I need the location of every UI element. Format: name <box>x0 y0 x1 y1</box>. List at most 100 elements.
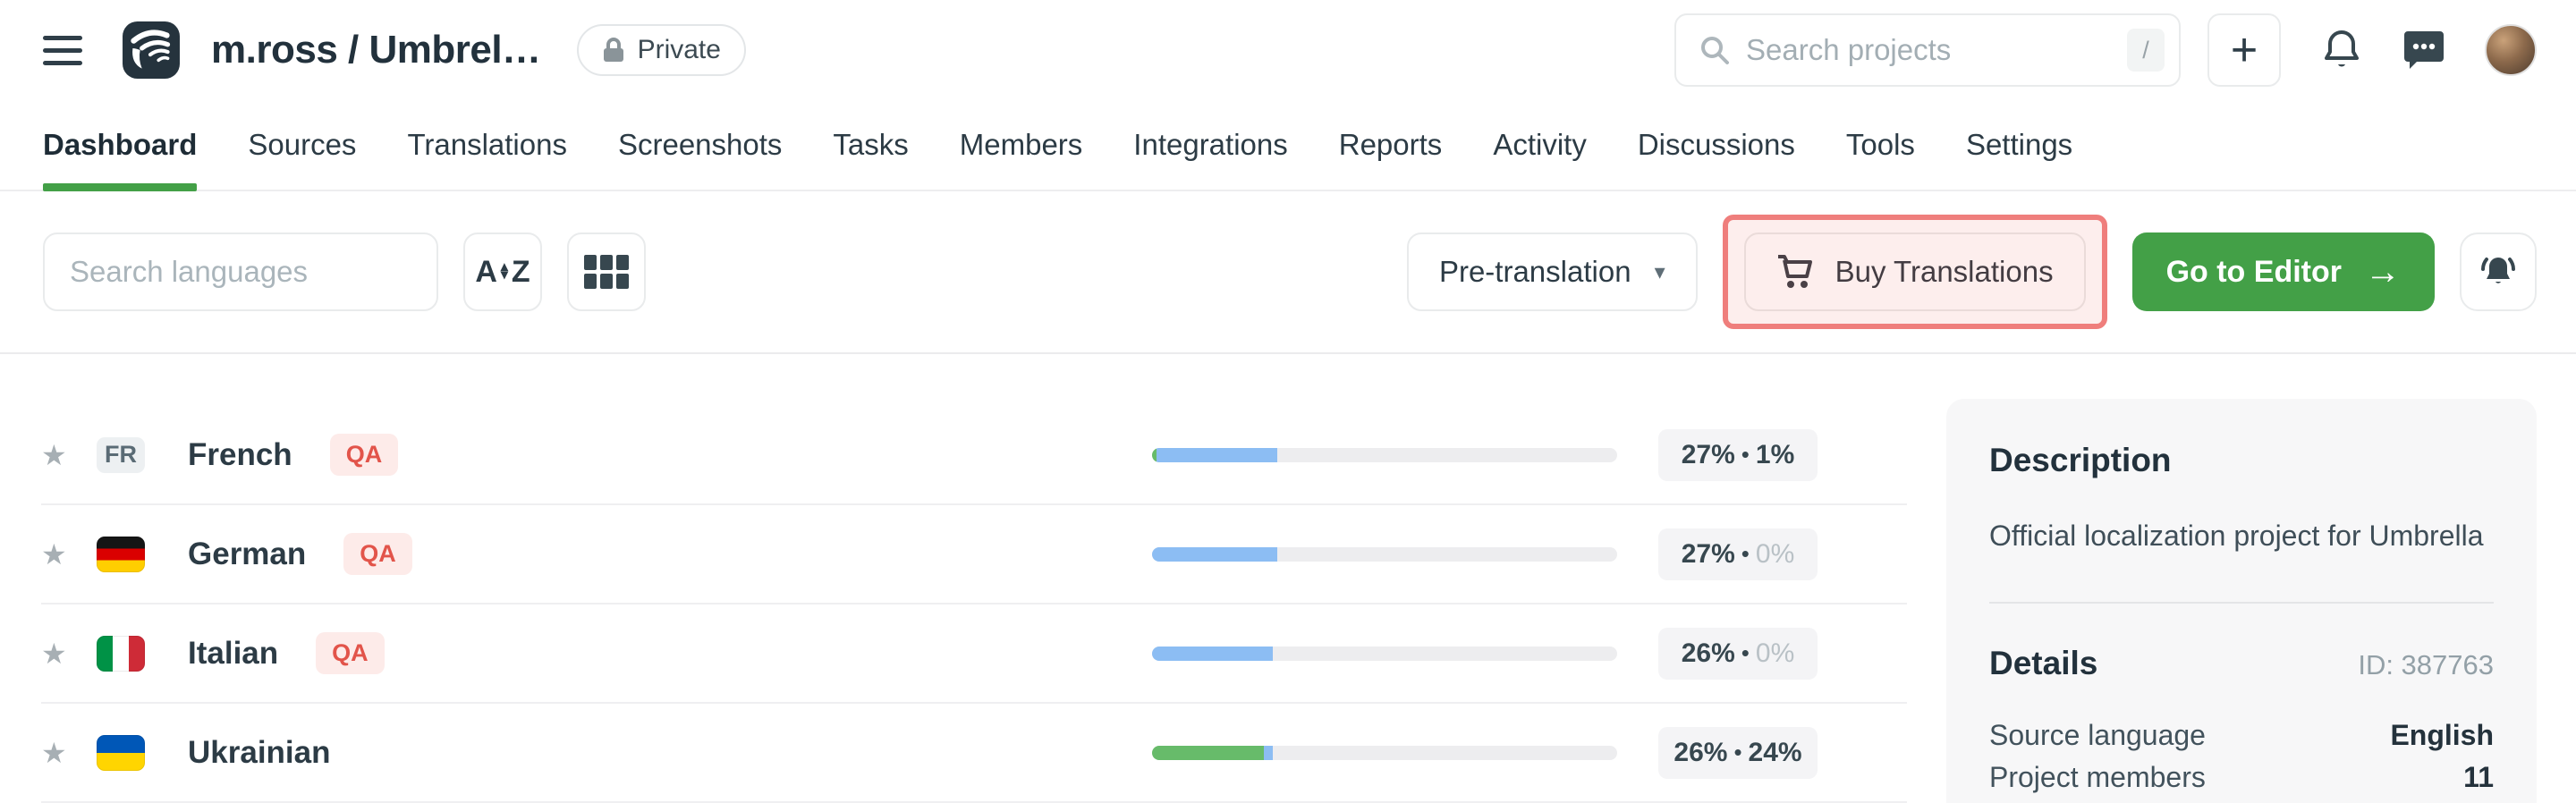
detail-label: Project members <box>1989 757 2206 798</box>
translation-progress-bar[interactable] <box>1152 746 1617 760</box>
tab-translations[interactable]: Translations <box>407 100 567 190</box>
user-avatar[interactable] <box>2485 24 2537 76</box>
tab-sources[interactable]: Sources <box>248 100 356 190</box>
language-name-link[interactable]: Ukrainian <box>188 735 331 771</box>
search-shortcut-hint: / <box>2127 29 2165 72</box>
translation-progress-bar[interactable] <box>1152 448 1617 462</box>
buy-translations-label: Buy Translations <box>1835 255 2054 289</box>
tab-activity[interactable]: Activity <box>1493 100 1587 190</box>
qa-badge[interactable]: QA <box>316 632 385 674</box>
percent-separator-dot: • <box>1741 441 1750 469</box>
tab-tasks[interactable]: Tasks <box>833 100 908 190</box>
language-row[interactable]: ★ FR French QA 27% • 1% <box>41 406 1907 505</box>
project-info-panel: Description Official localization projec… <box>1946 399 2537 803</box>
progress-translated-segment <box>1157 448 1277 462</box>
details-title: Details <box>1989 645 2097 682</box>
language-name-link[interactable]: Italian <box>188 636 278 672</box>
language-flag-icon <box>97 735 145 771</box>
tab-screenshots[interactable]: Screenshots <box>618 100 782 190</box>
dashboard-main: ★ FR French QA 27% • 1% ★ German QA 27% … <box>0 354 2576 803</box>
favorite-star-icon[interactable]: ★ <box>41 438 97 472</box>
detail-value: 11 <box>2463 757 2494 798</box>
arrow-right-icon: → <box>2365 254 2401 290</box>
language-row[interactable]: ★ Italian QA 26% • 0% <box>41 604 1907 704</box>
language-row[interactable]: ★ German QA 27% • 0% <box>41 505 1907 604</box>
progress-approved-segment <box>1152 746 1264 760</box>
translated-percent: 27% <box>1682 539 1735 570</box>
qa-badge[interactable]: QA <box>343 533 412 575</box>
favorite-star-icon[interactable]: ★ <box>41 637 97 671</box>
grid-view-icon <box>584 255 629 289</box>
tab-settings[interactable]: Settings <box>1966 100 2072 190</box>
detail-label: Source language <box>1989 714 2206 756</box>
detail-label: Words to translate <box>1989 798 2221 803</box>
translated-percent: 27% <box>1682 440 1735 470</box>
language-row[interactable]: ★ Ukrainian 26% • 24% <box>41 704 1907 803</box>
favorite-star-icon[interactable]: ★ <box>41 537 97 571</box>
description-title: Description <box>1989 442 2494 479</box>
approved-percent: 1% <box>1756 440 1794 470</box>
notifications-bell-icon[interactable] <box>2322 29 2361 72</box>
approved-percent: 0% <box>1756 539 1794 570</box>
project-id-label: ID: 387763 <box>2358 649 2494 681</box>
project-search-box[interactable]: / <box>1674 13 2181 87</box>
chevron-down-icon: ▾ <box>1655 259 1665 285</box>
messages-chat-icon[interactable] <box>2402 30 2445 71</box>
panel-divider <box>1989 602 2494 604</box>
grid-view-button[interactable] <box>567 232 646 311</box>
language-search-input[interactable] <box>70 255 411 289</box>
sort-languages-button[interactable]: A▴▾Z <box>463 232 542 311</box>
tab-integrations[interactable]: Integrations <box>1133 100 1287 190</box>
language-flag-icon <box>97 537 145 572</box>
pre-translation-dropdown[interactable]: Pre-translation ▾ <box>1407 232 1698 311</box>
tab-dashboard[interactable]: Dashboard <box>43 100 197 190</box>
search-icon <box>1699 35 1730 65</box>
tab-reports[interactable]: Reports <box>1339 100 1443 190</box>
detail-row: Source language English <box>1989 714 2494 756</box>
approved-percent: 0% <box>1756 638 1794 669</box>
shopping-cart-icon <box>1776 253 1814 291</box>
favorite-star-icon[interactable]: ★ <box>41 736 97 770</box>
percent-separator-dot: • <box>1741 540 1750 568</box>
detail-value: English <box>2390 714 2494 756</box>
a-z-sort-icon: A▴▾Z <box>475 255 530 290</box>
progress-translated-segment <box>1152 547 1277 562</box>
private-badge: Private <box>577 24 746 76</box>
tab-members[interactable]: Members <box>960 100 1083 190</box>
project-title[interactable]: m.ross / Umbrel… <box>211 28 541 72</box>
top-bar: m.ross / Umbrel… Private / + <box>0 0 2576 100</box>
progress-translated-segment <box>1264 746 1273 760</box>
translation-progress-bar[interactable] <box>1152 647 1617 661</box>
detail-row: Project members 11 <box>1989 757 2494 798</box>
progress-percent-badge[interactable]: 26% • 24% <box>1658 727 1818 779</box>
detail-row: Words to translate 2 898 <box>1989 798 2494 803</box>
buy-translations-highlight-annotation: Buy Translations <box>1723 215 2107 329</box>
tab-tools[interactable]: Tools <box>1846 100 1915 190</box>
language-flag-icon: FR <box>97 437 145 473</box>
project-search-input[interactable] <box>1746 33 2111 67</box>
hamburger-menu-icon[interactable] <box>43 36 82 65</box>
go-to-editor-button[interactable]: Go to Editor → <box>2132 232 2435 311</box>
tab-discussions[interactable]: Discussions <box>1638 100 1795 190</box>
create-project-button[interactable]: + <box>2207 13 2281 87</box>
qa-badge[interactable]: QA <box>330 434 399 476</box>
buy-translations-button[interactable]: Buy Translations <box>1744 232 2086 311</box>
language-search-box[interactable] <box>43 232 438 311</box>
dashboard-toolbar: A▴▾Z Pre-translation ▾ Buy Translations … <box>0 191 2576 354</box>
translated-percent: 26% <box>1674 738 1727 768</box>
progress-percent-badge[interactable]: 27% • 1% <box>1658 429 1818 481</box>
language-name-link[interactable]: French <box>188 437 292 473</box>
progress-percent-badge[interactable]: 27% • 0% <box>1658 528 1818 580</box>
project-nav-tabs: Dashboard Sources Translations Screenshots T… <box>0 100 2576 191</box>
language-name-link[interactable]: German <box>188 537 306 572</box>
progress-percent-badge[interactable]: 26% • 0% <box>1658 628 1818 680</box>
language-flag-icon <box>97 636 145 672</box>
announcements-button[interactable] <box>2460 232 2537 311</box>
details-rows: Source languageEnglishProject members11W… <box>1989 714 2494 803</box>
progress-translated-segment <box>1152 647 1273 661</box>
translation-progress-bar[interactable] <box>1152 547 1617 562</box>
detail-value: 2 898 <box>2422 798 2494 803</box>
crowdin-logo-icon[interactable] <box>122 21 181 80</box>
approved-percent: 24% <box>1749 738 1802 768</box>
bell-ring-icon <box>2478 252 2519 292</box>
